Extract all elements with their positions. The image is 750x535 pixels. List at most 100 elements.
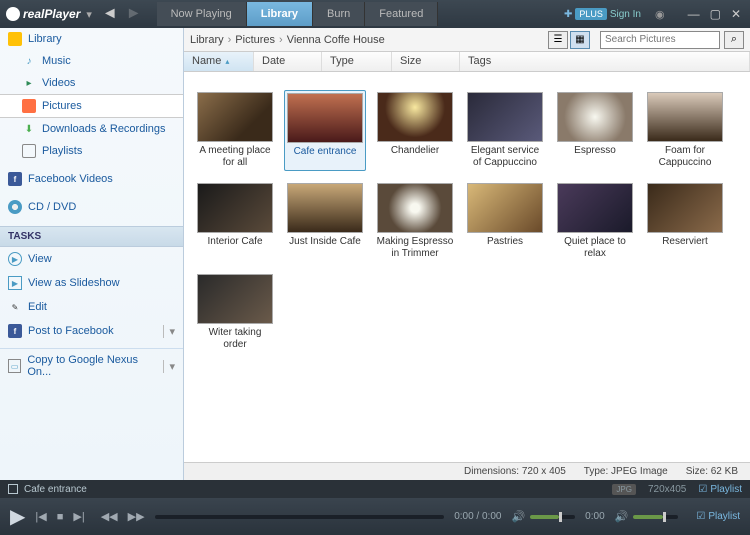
thumbnail-item[interactable]: Interior Cafe xyxy=(194,181,276,262)
thumbnail-label: Pastries xyxy=(487,236,523,248)
breadcrumb-item[interactable]: Vienna Coffe House xyxy=(287,34,385,46)
tab-library[interactable]: Library xyxy=(247,2,313,26)
thumbnail-label: Just Inside Cafe xyxy=(289,236,361,248)
view-mode-buttons: ☰ ▦ xyxy=(548,31,590,49)
column-header-date[interactable]: Date xyxy=(254,52,322,71)
close-button[interactable]: ✕ xyxy=(728,7,744,21)
playlist-toggle-bottom[interactable]: ☑ Playlist xyxy=(696,511,740,522)
signin-link[interactable]: ✚ PLUS Sign In xyxy=(564,8,641,20)
volume-slider[interactable] xyxy=(530,515,575,519)
tab-featured[interactable]: Featured xyxy=(365,2,438,26)
thumbnail-item[interactable]: A meeting place for all xyxy=(194,90,276,171)
next-button[interactable]: ▶| xyxy=(73,510,84,523)
tasks-header: TASKS xyxy=(0,226,183,247)
sidebar-item-playlists[interactable]: Playlists xyxy=(0,140,183,162)
thumbnail-item[interactable]: Espresso xyxy=(554,90,636,171)
sort-asc-icon: ▴ xyxy=(225,57,229,66)
task-label: View xyxy=(28,253,52,265)
download-icon: ⬇ xyxy=(22,122,36,136)
time-display: 0:00 / 0:00 xyxy=(454,511,501,522)
forward-button[interactable]: ► xyxy=(126,5,142,23)
tab-now-playing[interactable]: Now Playing xyxy=(157,2,247,26)
sidebar-item-label: Music xyxy=(42,55,71,67)
column-header-name[interactable]: Name▴ xyxy=(184,52,254,71)
column-header-type[interactable]: Type xyxy=(322,52,392,71)
thumbnail-label: Elegant service of Cappuccino xyxy=(466,145,544,169)
logo-icon xyxy=(6,7,20,21)
thumbnail-item[interactable]: Elegant service of Cappuccino xyxy=(464,90,546,171)
task-view-slideshow[interactable]: ▶ View as Slideshow xyxy=(0,271,183,295)
rewind-button[interactable]: ◀◀ xyxy=(101,510,118,523)
thumbnail-image xyxy=(287,183,363,233)
search-input[interactable] xyxy=(600,31,720,49)
breadcrumb-item[interactable]: Pictures xyxy=(235,34,275,46)
minimize-button[interactable]: — xyxy=(685,7,703,21)
task-label: View as Slideshow xyxy=(28,277,120,289)
fast-forward-button[interactable]: ▶▶ xyxy=(128,510,145,523)
status-bar: Dimensions: 720 x 405 Type: JPEG Image S… xyxy=(184,462,750,480)
sidebar: Library ♪ Music ▸ Videos Pictures ⬇ Down… xyxy=(0,28,184,480)
column-header-size[interactable]: Size xyxy=(392,52,460,71)
volume-icon[interactable]: 🔊 xyxy=(615,510,629,523)
thumbnail-item[interactable]: Cafe entrance xyxy=(284,90,366,171)
prev-button[interactable]: |◀ xyxy=(35,510,46,523)
list-view-button[interactable]: ☰ xyxy=(548,31,568,49)
disc-icon xyxy=(8,200,22,214)
thumbnail-item[interactable]: Witer taking order xyxy=(194,272,276,353)
sidebar-item-music[interactable]: ♪ Music xyxy=(0,50,183,72)
grid-view-button[interactable]: ▦ xyxy=(570,31,590,49)
play-icon: ▶ xyxy=(8,252,22,266)
thumbnail-item[interactable]: Foam for Cappuccino xyxy=(644,90,726,171)
stop-button[interactable]: ■ xyxy=(57,511,64,523)
sidebar-item-label: Downloads & Recordings xyxy=(42,123,166,135)
thumbnail-label: Witer taking order xyxy=(196,327,274,351)
breadcrumb-item[interactable]: Library xyxy=(190,34,224,46)
sidebar-facebook-label: Facebook Videos xyxy=(28,173,113,185)
titlebar: realPlayer ▾ ◄ ► Now Playing Library Bur… xyxy=(0,0,750,28)
thumbnail-label: Espresso xyxy=(574,145,616,157)
dropdown-icon[interactable]: ▾ xyxy=(163,325,175,338)
thumbnail-item[interactable]: Making Espresso in Trimmer xyxy=(374,181,456,262)
thumbnail-image xyxy=(557,92,633,142)
eye-icon[interactable]: ◉ xyxy=(655,8,665,21)
sidebar-facebook-videos[interactable]: f Facebook Videos xyxy=(0,168,183,190)
task-view[interactable]: ▶ View xyxy=(0,247,183,271)
search-button[interactable]: ⌕ xyxy=(724,31,744,49)
sidebar-item-pictures[interactable]: Pictures xyxy=(0,94,183,118)
thumbnail-item[interactable]: Quiet place to relax xyxy=(554,181,636,262)
task-label: Edit xyxy=(28,301,47,313)
dropdown-icon[interactable]: ▾ xyxy=(163,360,175,373)
pictures-icon xyxy=(22,99,36,113)
maximize-button[interactable]: ▢ xyxy=(707,7,724,21)
thumbnail-item[interactable]: Reserviert xyxy=(644,181,726,262)
resolution-text: 720x405 xyxy=(648,484,686,495)
task-copy-to-device[interactable]: ▭ Copy to Google Nexus On... ▾ xyxy=(0,349,183,383)
sidebar-cd-dvd[interactable]: CD / DVD xyxy=(0,196,183,218)
main: Library ♪ Music ▸ Videos Pictures ⬇ Down… xyxy=(0,28,750,480)
back-button[interactable]: ◄ xyxy=(102,5,118,23)
sidebar-library[interactable]: Library xyxy=(0,28,183,50)
status-type: Type: JPEG Image xyxy=(584,466,668,477)
seek-bar[interactable] xyxy=(155,515,445,519)
volume-slider[interactable] xyxy=(633,515,678,519)
sidebar-item-downloads[interactable]: ⬇ Downloads & Recordings xyxy=(0,118,183,140)
playlist-toggle[interactable]: ☑ Playlist xyxy=(698,484,742,495)
tab-burn[interactable]: Burn xyxy=(313,2,365,26)
breadcrumb-bar: Library › Pictures › Vienna Coffe House … xyxy=(184,28,750,52)
play-button[interactable]: ▶ xyxy=(10,504,25,529)
signin-label: Sign In xyxy=(610,9,641,20)
thumbnail-label: Reserviert xyxy=(662,236,708,248)
player-controls: ▶ |◀ ■ ▶| ◀◀ ▶▶ 0:00 / 0:00 🔊 0:00 🔊 ☑ P… xyxy=(0,498,750,535)
volume-icon[interactable]: 🔊 xyxy=(511,510,525,523)
thumbnail-item[interactable]: Just Inside Cafe xyxy=(284,181,366,262)
thumbnail-image xyxy=(377,183,453,233)
column-header-tags[interactable]: Tags xyxy=(460,52,750,71)
stop-icon[interactable] xyxy=(8,484,18,494)
task-edit[interactable]: ✎ Edit xyxy=(0,295,183,319)
task-post-facebook[interactable]: f Post to Facebook ▾ xyxy=(0,319,183,343)
thumbnail-image xyxy=(197,183,273,233)
thumbnail-item[interactable]: Chandelier xyxy=(374,90,456,171)
app-menu-dropdown[interactable]: ▾ xyxy=(86,8,92,21)
thumbnail-item[interactable]: Pastries xyxy=(464,181,546,262)
sidebar-item-videos[interactable]: ▸ Videos xyxy=(0,72,183,94)
